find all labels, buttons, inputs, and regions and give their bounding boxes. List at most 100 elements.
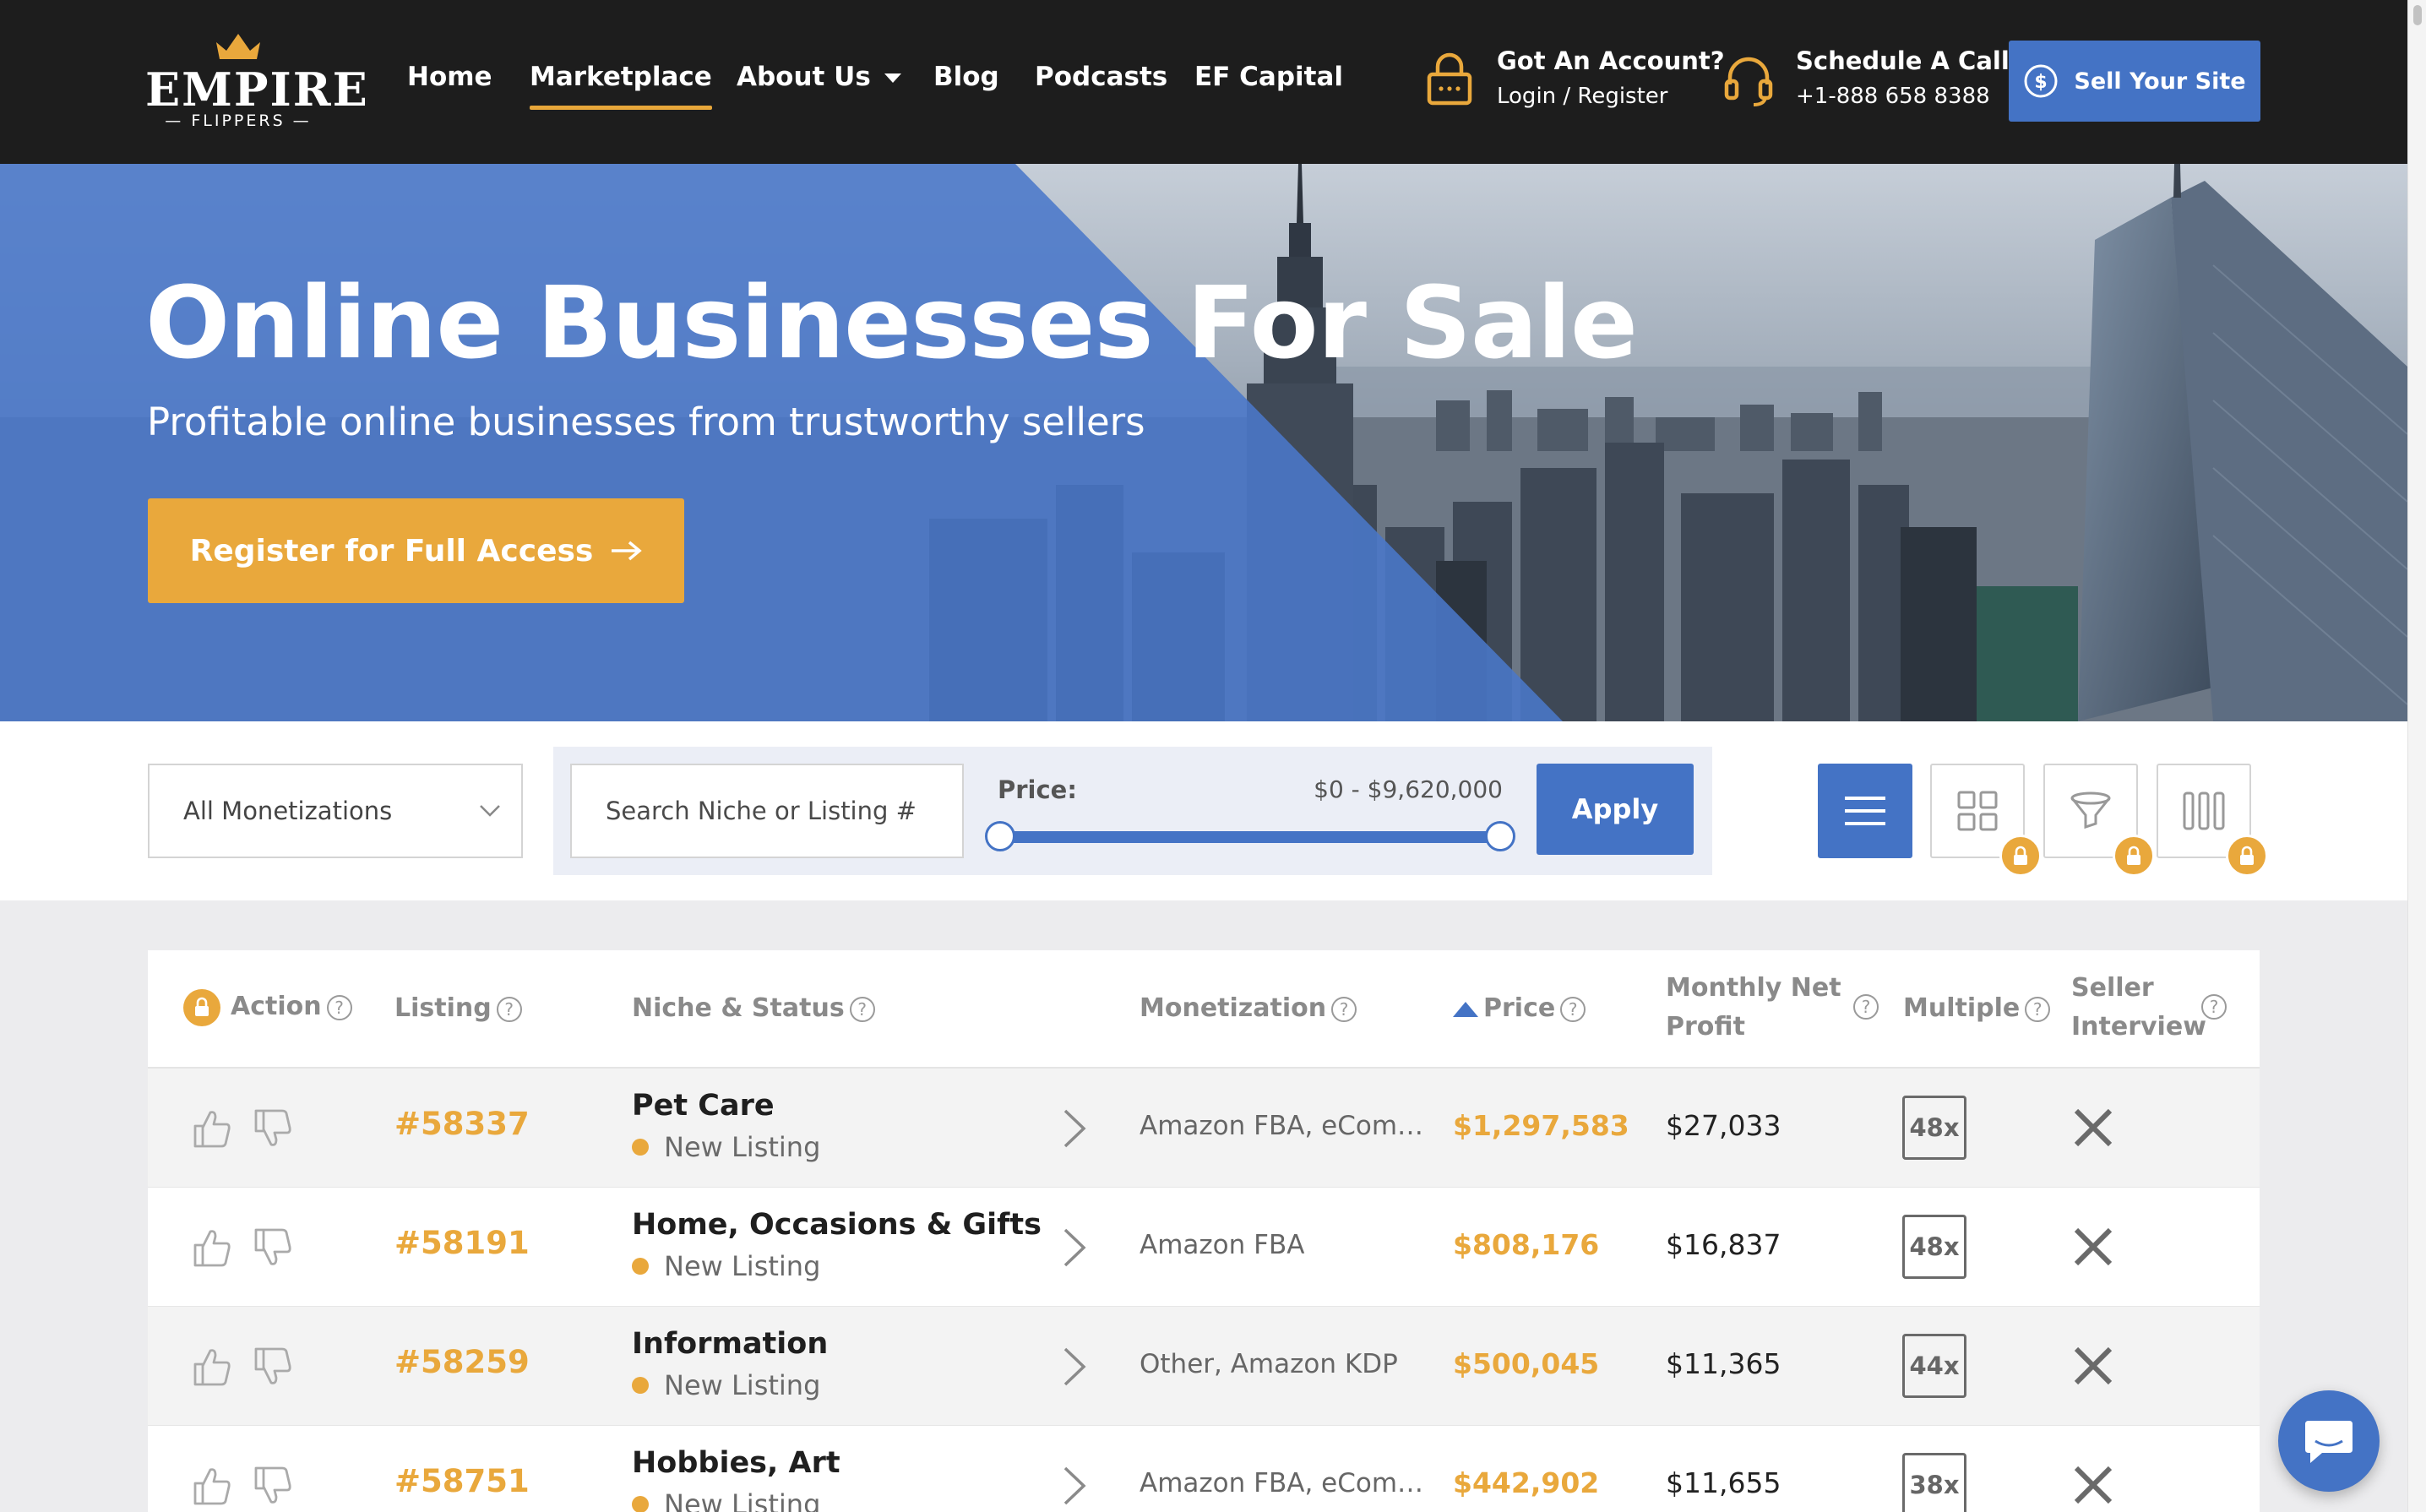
page-scrollbar-thumb[interactable] <box>2413 5 2422 25</box>
price-label: Price: <box>998 775 1077 804</box>
account-title: Got An Account? <box>1497 46 1725 75</box>
thumbs-down-icon[interactable] <box>253 1226 293 1269</box>
lock-badge-icon <box>1999 835 2042 877</box>
thumbs-up-icon[interactable] <box>192 1107 232 1150</box>
status-dot-icon <box>632 1496 649 1512</box>
chevron-right-icon[interactable] <box>1062 1465 1087 1507</box>
status-dot-icon <box>632 1139 649 1156</box>
chevron-down-icon <box>480 805 500 817</box>
sell-your-site-button[interactable]: $ Sell Your Site <box>2009 41 2260 122</box>
hero-title: Online Businesses For Sale <box>145 264 1638 381</box>
help-icon[interactable]: ? <box>849 996 875 1022</box>
niche-name: Information <box>632 1327 829 1361</box>
th-monetization-label: Monetization <box>1140 993 1327 1023</box>
th-listing[interactable]: Listing? <box>394 989 522 1028</box>
monetization-select-value: All Monetizations <box>183 797 393 825</box>
register-full-access-button[interactable]: Register for Full Access <box>148 498 684 603</box>
nav-ef-capital[interactable]: EF Capital <box>1194 59 1343 95</box>
th-multiple[interactable]: Multiple? <box>1903 989 2051 1028</box>
filter-bar: All Monetizations Price: $0 - $9,620,000… <box>0 721 2407 900</box>
empire-flippers-logo[interactable]: EMPIRE — FLIPPERS — <box>145 32 367 133</box>
help-icon[interactable]: ? <box>2025 996 2051 1022</box>
listing-id[interactable]: #58191 <box>394 1225 530 1261</box>
nav-blog[interactable]: Blog <box>933 59 999 95</box>
nav-marketplace[interactable]: Marketplace <box>530 59 712 110</box>
price-slider-min-handle[interactable] <box>985 821 1015 851</box>
funnel-icon <box>2070 791 2111 829</box>
thumbs-up-icon[interactable] <box>192 1226 232 1269</box>
price-value: $442,902 <box>1453 1466 1600 1499</box>
help-icon[interactable]: ? <box>1853 994 1879 1020</box>
x-mark-icon <box>2074 1108 2113 1147</box>
funnel-view-button[interactable] <box>2043 764 2155 877</box>
call-phone[interactable]: +1-888 658 8388 <box>1796 81 1990 111</box>
grid-view-icon <box>1957 791 1998 831</box>
price-slider-max-handle[interactable] <box>1485 821 1515 851</box>
listing-id[interactable]: #58259 <box>394 1344 530 1380</box>
th-profit-line1: Monthly Net <box>1666 973 1841 1003</box>
th-action-label: Action <box>231 992 322 1021</box>
listing-status: New Listing <box>632 1369 820 1401</box>
help-icon[interactable]: ? <box>1331 996 1357 1022</box>
apply-button[interactable]: Apply <box>1537 764 1694 855</box>
multiple-badge: 48x <box>1902 1215 1966 1279</box>
listing-id[interactable]: #58337 <box>394 1106 530 1142</box>
columns-view-button[interactable] <box>2157 764 2268 877</box>
th-niche-status[interactable]: Niche & Status? <box>632 989 875 1028</box>
th-monetization[interactable]: Monetization? <box>1140 989 1357 1028</box>
monthly-profit-value: $27,033 <box>1666 1109 1781 1142</box>
help-icon[interactable]: ? <box>1560 996 1586 1022</box>
site-header: EMPIRE — FLIPPERS — Home Marketplace Abo… <box>0 0 2407 164</box>
nav-about-us[interactable]: About Us <box>737 59 901 95</box>
th-action[interactable]: Action? <box>183 987 352 1026</box>
chat-button[interactable] <box>2278 1390 2380 1492</box>
table-row[interactable]: #58751 Hobbies, Art New Listing Amazon F… <box>148 1426 2260 1512</box>
multiple-badge: 38x <box>1902 1453 1966 1512</box>
help-icon[interactable]: ? <box>496 996 522 1022</box>
headset-icon <box>1724 57 1773 106</box>
price-slider-track[interactable] <box>997 831 1504 843</box>
status-text: New Listing <box>664 1250 821 1282</box>
page-scrollbar[interactable] <box>2407 0 2426 1512</box>
monetization-value: Amazon FBA <box>1140 1230 1305 1260</box>
thumbs-up-icon[interactable] <box>192 1465 232 1507</box>
chat-bubble-icon <box>2305 1421 2353 1463</box>
list-view-button[interactable] <box>1818 764 1912 858</box>
niche-name: Home, Occasions & Gifts <box>632 1208 1042 1242</box>
listing-status: New Listing <box>632 1131 820 1163</box>
monthly-profit-value: $11,365 <box>1666 1347 1781 1380</box>
help-icon[interactable]: ? <box>326 994 352 1020</box>
chevron-right-icon[interactable] <box>1062 1346 1087 1388</box>
table-row[interactable]: #58259 Information New Listing Other, Am… <box>148 1307 2260 1426</box>
monthly-profit-value: $11,655 <box>1666 1466 1781 1499</box>
multiple-badge: 48x <box>1902 1096 1966 1160</box>
hero-subtitle: Profitable online businesses from trustw… <box>147 400 1145 444</box>
table-row[interactable]: #58337 Pet Care New Listing Amazon FBA, … <box>148 1069 2260 1188</box>
table-row[interactable]: #58191 Home, Occasions & Gifts New Listi… <box>148 1188 2260 1307</box>
listing-id[interactable]: #58751 <box>394 1463 530 1499</box>
th-seller-interview[interactable]: Seller Interview <box>2071 969 2206 1047</box>
th-niche-label: Niche & Status <box>632 993 845 1023</box>
dollar-circle-icon: $ <box>2024 64 2058 98</box>
th-monthly-net-profit[interactable]: Monthly Net Profit <box>1666 969 1841 1047</box>
chevron-right-icon[interactable] <box>1062 1226 1087 1269</box>
lock-badge-icon <box>2113 835 2155 877</box>
account-login-register[interactable]: Login / Register <box>1497 81 1667 111</box>
th-price[interactable]: Price? <box>1453 989 1586 1028</box>
thumbs-up-icon[interactable] <box>192 1346 232 1388</box>
monthly-profit-value: $16,837 <box>1666 1228 1781 1261</box>
search-input[interactable] <box>570 764 964 858</box>
nav-podcasts[interactable]: Podcasts <box>1035 59 1167 95</box>
th-price-label: Price <box>1483 993 1556 1023</box>
call-title: Schedule A Call <box>1796 46 2010 75</box>
grid-view-button[interactable] <box>1930 764 2042 877</box>
monetization-select[interactable]: All Monetizations <box>148 764 523 858</box>
table-header: Action? Listing? Niche & Status? Monetiz… <box>148 950 2260 1069</box>
help-icon[interactable]: ? <box>2201 994 2227 1020</box>
thumbs-down-icon[interactable] <box>253 1107 293 1150</box>
thumbs-down-icon[interactable] <box>253 1346 293 1388</box>
nav-home[interactable]: Home <box>407 59 492 95</box>
thumbs-down-icon[interactable] <box>253 1465 293 1507</box>
chevron-right-icon[interactable] <box>1062 1107 1087 1150</box>
columns-icon <box>2183 791 2225 830</box>
